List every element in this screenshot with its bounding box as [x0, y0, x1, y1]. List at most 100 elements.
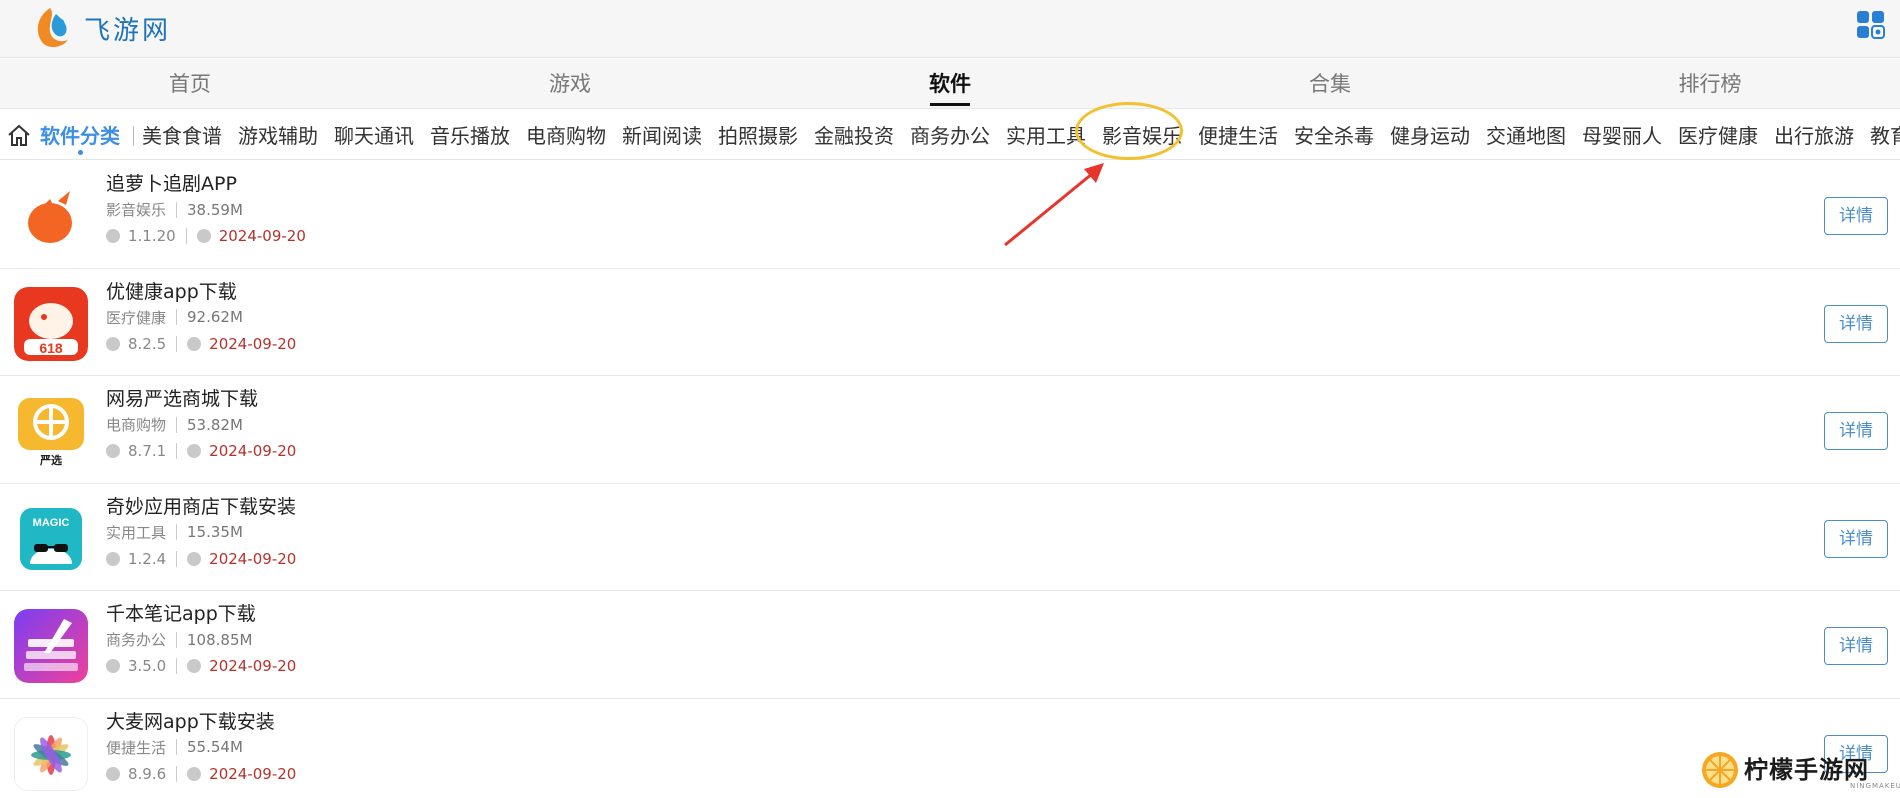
clock-icon — [196, 229, 211, 243]
category-bar: 软件分类 美食食谱 游戏辅助 聊天通讯 音乐播放 电商购物 新闻阅读 拍照摄影 … — [0, 110, 1900, 160]
app-name[interactable]: 奇妙应用商店下载安装 — [106, 492, 296, 519]
detail-button[interactable]: 详情 — [1824, 412, 1888, 450]
yanxuan-icon[interactable]: 严选 — [14, 394, 88, 468]
app-size: 15.35M — [187, 523, 243, 541]
nav-games[interactable]: 游戏 — [380, 59, 760, 108]
clock-icon — [187, 551, 202, 566]
carrot-icon[interactable] — [14, 179, 88, 253]
category-item[interactable]: 拍照摄影 — [718, 120, 798, 149]
divider — [185, 228, 187, 244]
divider — [176, 201, 178, 218]
app-size: 108.85M — [187, 630, 253, 649]
category-list: 美食食谱 游戏辅助 聊天通讯 音乐播放 电商购物 新闻阅读 拍照摄影 金融投资 … — [142, 120, 1900, 149]
category-item[interactable]: 游戏辅助 — [238, 120, 318, 149]
app-date: 2024-09-20 — [209, 657, 297, 675]
app-meta: 医疗健康 92.62M — [106, 307, 243, 328]
app-meta-version: 8.7.1 2024-09-20 — [106, 442, 296, 460]
detail-button[interactable]: 详情 — [1824, 197, 1888, 235]
app-meta: 电商购物 53.82M — [106, 414, 243, 435]
app-meta: 商务办公 108.85M — [106, 629, 252, 650]
app-size: 55.54M — [187, 738, 243, 756]
fire-water-logo-icon[interactable] — [28, 4, 74, 50]
category-item[interactable]: 聊天通讯 — [334, 120, 414, 149]
app-category: 便捷生活 — [106, 738, 167, 757]
category-item[interactable]: 健身运动 — [1390, 120, 1470, 149]
category-item[interactable]: 医疗健康 — [1678, 120, 1758, 149]
lemon-slice-icon — [1702, 752, 1738, 788]
category-item[interactable]: 美食食谱 — [142, 120, 222, 149]
watermark-subtext: NINGMAKEUP.COM — [1850, 782, 1900, 790]
category-item[interactable]: 实用工具 — [1006, 120, 1086, 149]
app-name[interactable]: 千本笔记app下载 — [106, 599, 256, 626]
divider — [176, 309, 178, 325]
app-version: 8.7.1 — [128, 442, 167, 460]
app-date: 2024-09-20 — [209, 442, 297, 460]
category-item[interactable]: 安全杀毒 — [1294, 120, 1374, 149]
clock-icon — [187, 444, 202, 458]
category-item[interactable]: 出行旅游 — [1774, 120, 1854, 149]
app-meta-version: 3.5.0 2024-09-20 — [106, 657, 296, 675]
list-item[interactable]: 大麦网app下载安装 便捷生活 55.54M 8.9.6 2024-09-20 … — [0, 699, 1900, 798]
category-item-highlighted[interactable]: 影音娱乐 — [1102, 120, 1182, 149]
app-version: 3.5.0 — [128, 657, 167, 675]
divider — [133, 126, 134, 146]
detail-button[interactable]: 详情 — [1824, 304, 1888, 343]
app-name[interactable]: 追萝卜追剧APP — [106, 169, 237, 196]
list-item[interactable]: 追萝卜追剧APP 影音娱乐 38.59M 1.1.20 2024-09-20 详… — [0, 161, 1900, 269]
app-name[interactable]: 大麦网app下载安装 — [106, 707, 275, 734]
app-date: 2024-09-20 — [209, 549, 297, 568]
app-category: 实用工具 — [106, 523, 167, 542]
app-category: 电商购物 — [106, 416, 167, 434]
app-size: 53.82M — [187, 415, 243, 434]
app-name[interactable]: 优健康app下载 — [106, 277, 237, 304]
app-date: 2024-09-20 — [218, 227, 306, 245]
category-item[interactable]: 电商购物 — [526, 120, 606, 149]
app-meta: 便捷生活 55.54M — [106, 737, 243, 758]
active-indicator-dot — [78, 150, 83, 155]
category-item[interactable]: 音乐播放 — [430, 120, 510, 149]
category-item[interactable]: 金融投资 — [814, 120, 894, 149]
app-name[interactable]: 网易严选商城下载 — [106, 384, 258, 411]
category-title[interactable]: 软件分类 — [40, 120, 120, 149]
info-icon — [106, 551, 120, 566]
nav-rankings[interactable]: 排行榜 — [1520, 59, 1900, 108]
clock-icon — [187, 766, 202, 781]
list-item[interactable]: 千本笔记app下载 商务办公 108.85M 3.5.0 2024-09-20 … — [0, 591, 1900, 699]
notebook-pen-icon[interactable] — [14, 609, 88, 683]
svg-text:严选: 严选 — [39, 453, 62, 467]
app-date: 2024-09-20 — [209, 334, 297, 353]
divider — [176, 550, 178, 567]
watermark: 柠檬手游网 NINGMAKEUP.COM — [1700, 746, 1900, 790]
site-name[interactable]: 飞游网 — [84, 10, 171, 47]
category-item[interactable]: 交通地图 — [1486, 120, 1566, 149]
divider — [176, 416, 178, 433]
category-item[interactable]: 商务办公 — [910, 120, 990, 149]
nav-home[interactable]: 首页 — [0, 59, 380, 108]
divider — [176, 335, 178, 352]
magic-android-icon[interactable]: MAGIC — [14, 501, 88, 576]
list-item[interactable]: MAGIC 奇妙应用商店下载安装 实用工具 15.35M 1.2.4 2024-… — [0, 484, 1900, 591]
app-meta: 影音娱乐 38.59M — [106, 199, 243, 220]
divider — [176, 443, 178, 459]
grid-apps-icon[interactable] — [1856, 10, 1886, 40]
app-meta-version: 1.2.4 2024-09-20 — [106, 550, 296, 568]
divider — [176, 658, 178, 674]
category-item[interactable]: 便捷生活 — [1198, 120, 1278, 149]
nav-software[interactable]: 软件 — [760, 59, 1140, 108]
category-item[interactable]: 教育学 — [1870, 120, 1900, 149]
home-icon[interactable] — [6, 122, 32, 148]
app-version: 1.2.4 — [128, 549, 167, 568]
whale-618-icon[interactable]: 618 — [14, 286, 88, 361]
divider — [176, 739, 178, 755]
category-item[interactable]: 新闻阅读 — [622, 120, 702, 149]
list-item[interactable]: 严选 网易严选商城下载 电商购物 53.82M 8.7.1 2024-09-20… — [0, 376, 1900, 484]
clock-icon — [187, 659, 202, 673]
detail-button[interactable]: 详情 — [1824, 519, 1888, 558]
nav-collections[interactable]: 合集 — [1140, 59, 1520, 108]
svg-text:618: 618 — [39, 340, 63, 356]
list-item[interactable]: 618 优健康app下载 医疗健康 92.62M 8.2.5 2024-09-2… — [0, 269, 1900, 376]
divider — [176, 631, 178, 648]
category-item[interactable]: 母婴丽人 — [1582, 120, 1662, 149]
detail-button[interactable]: 详情 — [1824, 627, 1888, 665]
damai-flower-icon[interactable] — [14, 716, 88, 791]
